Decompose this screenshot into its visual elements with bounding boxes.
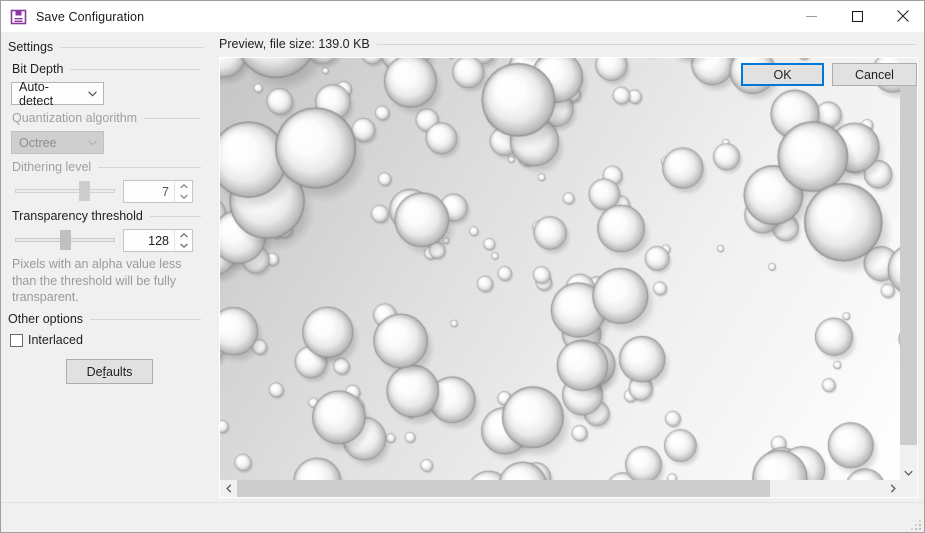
chevron-down-icon (82, 90, 104, 97)
settings-pane: Settings Bit Depth Auto-detect Quantizat… (1, 32, 211, 502)
spinner-down-icon[interactable] (175, 192, 192, 203)
preview-group-header: Preview, file size: 139.0 KB (219, 37, 916, 51)
quantization-value: Octree (19, 135, 57, 150)
dithering-label: Dithering level (12, 160, 92, 174)
preview-vertical-scrollbar[interactable] (900, 58, 917, 481)
settings-group-label: Settings (8, 40, 54, 54)
quantization-combobox[interactable]: Octree (11, 131, 104, 154)
title-bar: Save Configuration (1, 1, 924, 32)
dithering-spinbox[interactable]: 7 (123, 180, 193, 203)
defaults-button[interactable]: De f aults (66, 359, 153, 384)
ok-button[interactable]: OK (741, 63, 824, 86)
spinner-up-icon[interactable] (175, 230, 192, 241)
preview-image-viewport[interactable] (220, 58, 901, 481)
window-controls (788, 1, 924, 31)
slider-thumb[interactable] (60, 230, 71, 250)
defaults-label-before: De (86, 364, 103, 379)
dithering-slider[interactable] (15, 179, 115, 203)
transparency-help-text: Pixels with an alpha value less than the… (12, 257, 182, 304)
dialog-footer (1, 503, 924, 532)
chevron-left-icon[interactable] (220, 480, 237, 497)
chevron-right-icon[interactable] (884, 480, 901, 497)
group-separator-line (70, 68, 201, 70)
group-separator-line (376, 43, 916, 45)
floppy-disk-save-icon (10, 8, 28, 26)
group-separator-line (98, 166, 201, 168)
other-options-group-header: Other options (8, 312, 201, 326)
resize-grip[interactable] (911, 519, 923, 531)
interlaced-label: Interlaced (28, 333, 83, 347)
group-separator-line (149, 215, 201, 217)
spinner-down-icon[interactable] (175, 241, 192, 252)
preview-image (220, 58, 901, 481)
interlaced-checkbox[interactable] (10, 333, 23, 347)
dithering-group-header: Dithering level (12, 160, 201, 174)
preview-horizontal-scrollbar[interactable] (220, 480, 901, 497)
transparency-label: Transparency threshold (12, 209, 143, 223)
group-separator-line (90, 318, 201, 320)
bit-depth-combobox[interactable]: Auto-detect (11, 79, 104, 108)
preview-frame (219, 57, 918, 498)
bit-depth-label: Bit Depth (12, 62, 64, 76)
quantization-group-header: Quantization algorithm (12, 111, 201, 125)
preview-header-label: Preview, file size: 139.0 KB (219, 37, 370, 51)
dithering-value: 7 (162, 184, 169, 199)
slider-track (15, 189, 115, 193)
horizontal-scrollbar-thumb[interactable] (237, 480, 770, 497)
interlaced-checkbox-row[interactable]: Interlaced (10, 333, 83, 347)
preview-pane: Preview, file size: 139.0 KB (211, 32, 924, 502)
spinner-buttons (174, 181, 192, 202)
window-title: Save Configuration (36, 9, 145, 24)
quantization-label: Quantization algorithm (12, 111, 138, 125)
maximize-button[interactable] (834, 1, 880, 31)
close-button[interactable] (880, 1, 924, 31)
chevron-down-icon[interactable] (900, 464, 917, 481)
other-options-label: Other options (8, 312, 84, 326)
dialog-content: Settings Bit Depth Auto-detect Quantizat… (1, 32, 924, 532)
slider-thumb[interactable] (79, 181, 90, 201)
group-separator-line (144, 117, 201, 119)
save-configuration-dialog: Save Configuration Settings Bit Depth Au… (0, 0, 925, 533)
chevron-down-icon (81, 139, 103, 146)
bit-depth-value: Auto-detect (19, 79, 54, 108)
transparency-group-header: Transparency threshold (12, 209, 201, 223)
group-separator-line (60, 46, 204, 48)
vertical-scrollbar-thumb[interactable] (900, 75, 917, 445)
scrollbar-corner (900, 480, 917, 497)
minimize-button[interactable] (788, 1, 834, 31)
transparency-value: 128 (148, 233, 169, 248)
settings-group-header: Settings (8, 40, 204, 54)
spinner-buttons (174, 230, 192, 251)
spinner-up-icon[interactable] (175, 181, 192, 192)
bit-depth-group-header: Bit Depth (12, 62, 201, 76)
transparency-spinbox[interactable]: 128 (123, 229, 193, 252)
transparency-slider[interactable] (15, 228, 115, 252)
cancel-button[interactable]: Cancel (832, 63, 917, 86)
defaults-label-after: aults (106, 364, 133, 379)
